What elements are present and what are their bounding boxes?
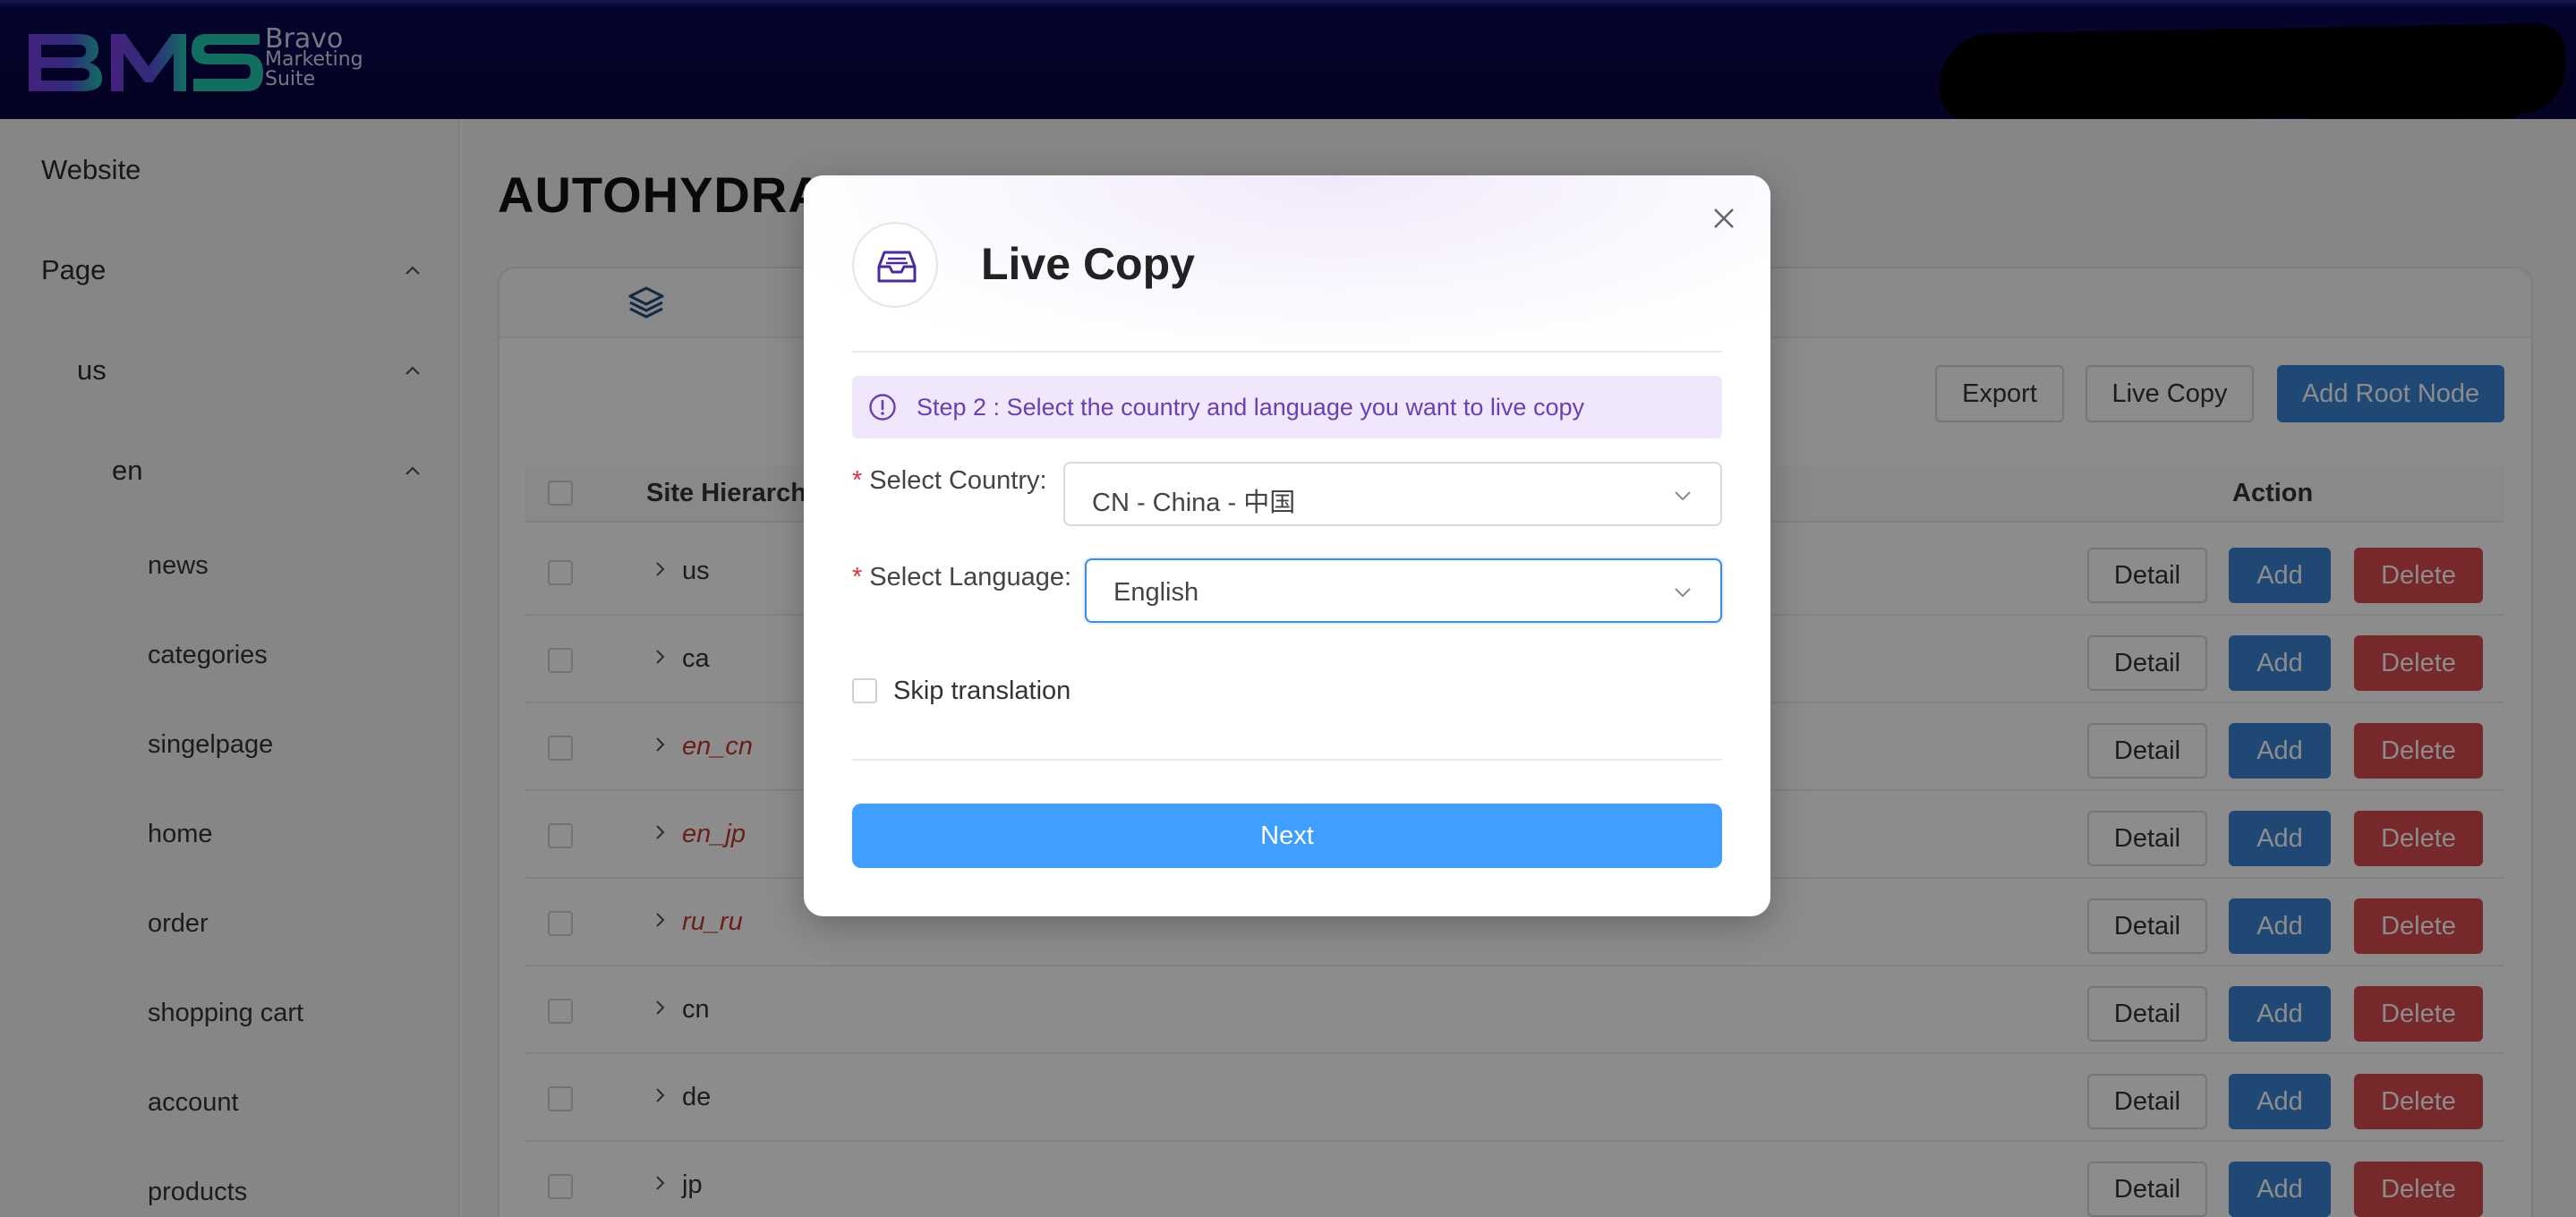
- modal-title: Live Copy: [981, 239, 1195, 289]
- required-marker: *: [852, 466, 863, 495]
- inbox-icon: [877, 251, 917, 283]
- step-info-alert: Step 2 : Select the country and language…: [852, 376, 1722, 438]
- country-field-label: * Select Country:: [852, 466, 1047, 496]
- country-select-value: CN - China - 中国: [1092, 489, 1296, 517]
- chevron-down-icon: [1675, 491, 1691, 501]
- skip-translation-checkbox[interactable]: [852, 678, 877, 703]
- language-field-label: * Select Language:: [852, 563, 1071, 592]
- language-select[interactable]: English: [1085, 558, 1722, 623]
- country-label-text: Select Country:: [869, 466, 1047, 495]
- modal-header-glow: [804, 175, 1770, 354]
- next-button[interactable]: Next: [852, 804, 1722, 868]
- app-root: Bravo Marketing Suite Website Page us en…: [0, 0, 2576, 1217]
- modal-icon-badge: [852, 222, 938, 308]
- language-select-value: English: [1113, 578, 1199, 607]
- modal-divider-bottom: [852, 759, 1722, 761]
- language-label-text: Select Language:: [869, 563, 1072, 591]
- skip-translation-label[interactable]: Skip translation: [893, 677, 1070, 706]
- required-marker: *: [852, 563, 863, 591]
- modal-divider-top: [852, 351, 1722, 353]
- alert-message: Step 2 : Select the country and language…: [917, 394, 1584, 421]
- info-circle-icon: [869, 394, 896, 421]
- close-icon[interactable]: [1708, 202, 1740, 234]
- chevron-down-icon: [1675, 588, 1691, 598]
- live-copy-modal: Live Copy Step 2 : Select the country an…: [804, 175, 1770, 916]
- country-select[interactable]: CN - China - 中国: [1063, 462, 1722, 526]
